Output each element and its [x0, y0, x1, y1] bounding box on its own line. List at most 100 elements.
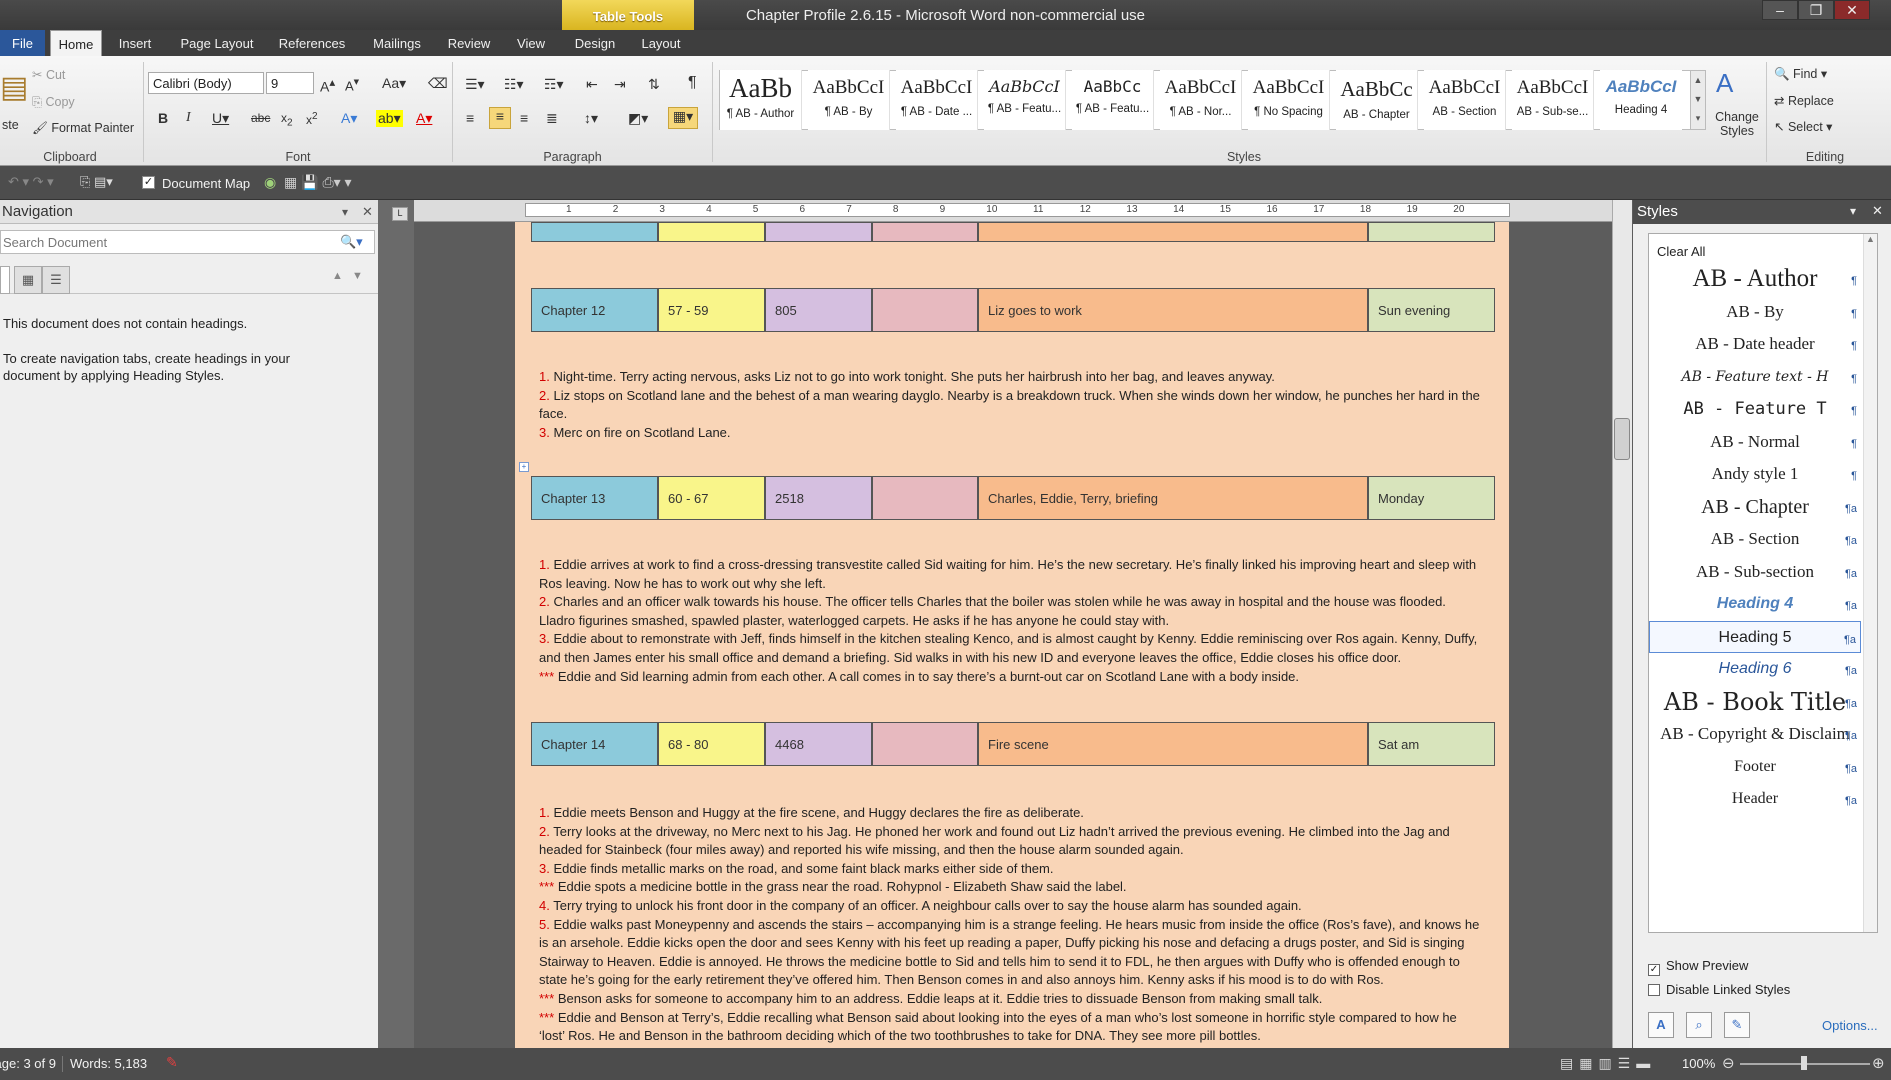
tab-file[interactable]: File — [0, 30, 45, 56]
cut-button[interactable]: ✂ Cut — [32, 67, 65, 82]
document-map-checkbox[interactable]: ✓ — [142, 176, 155, 189]
paste-icon[interactable]: ▤ — [0, 70, 28, 105]
search-document-input[interactable]: Search Document — [0, 230, 375, 254]
zoom-out-icon[interactable]: ⊖ — [1722, 1054, 1735, 1072]
tab-view[interactable]: View — [505, 30, 557, 56]
styles-list-item[interactable]: AB - Date header ¶ — [1649, 328, 1861, 360]
pages-cell[interactable]: 68 - 80 — [658, 722, 765, 766]
style-tile-feature-1[interactable]: AaBbCcI ¶ AB - Featu... — [984, 70, 1066, 130]
bullets-button[interactable]: ☰▾ — [465, 76, 485, 93]
format-painter-button[interactable]: 🖌 Format Painter — [32, 121, 134, 136]
styles-list-item[interactable]: AB - Book Title ¶a — [1649, 686, 1861, 718]
change-styles-button[interactable]: Change Styles — [1712, 110, 1762, 138]
new-style-icon[interactable]: A — [1648, 1012, 1674, 1038]
styles-list-item[interactable]: Andy style 1 ¶ — [1649, 458, 1861, 490]
vertical-scrollbar[interactable] — [1612, 200, 1632, 1048]
gallery-scroll-buttons[interactable]: ▲ ▼ ▾ — [1690, 70, 1706, 130]
multilevel-list-button[interactable]: ☶▾ — [544, 76, 564, 93]
manage-styles-icon[interactable]: ✎ — [1724, 1012, 1750, 1038]
nav-close-icon[interactable]: ✕ — [362, 204, 373, 220]
styles-list-item[interactable]: AB - Feature T ¶ — [1649, 393, 1861, 425]
line-spacing-button[interactable]: ↕▾ — [584, 110, 598, 127]
title-cell[interactable]: Fire scene — [978, 722, 1368, 766]
style-tile-by[interactable]: AaBbCcI ¶ AB - By — [808, 70, 890, 130]
prev-next-icons[interactable]: ▲ ▼ — [332, 270, 363, 282]
grow-font-button[interactable]: A▴ — [320, 75, 335, 95]
shrink-font-button[interactable]: A▾ — [345, 75, 359, 93]
style-tile-heading-4[interactable]: AaBbCcI Heading 4 — [1600, 70, 1682, 130]
zoom-in-icon[interactable]: ⊕ — [1872, 1054, 1885, 1072]
styles-list-item[interactable]: Header ¶a — [1649, 783, 1861, 815]
zoom-slider-thumb[interactable] — [1801, 1056, 1807, 1070]
tab-design[interactable]: Design — [568, 30, 622, 56]
horizontal-ruler[interactable]: 1 2 3 4 5 6 7 8 9 10 11 12 13 14 15 16 17 18 19 20 — [525, 203, 1510, 217]
styles-list-item[interactable]: AB - Feature text - H ¶ — [1649, 361, 1861, 393]
bold-button[interactable]: B — [158, 110, 168, 126]
decrease-indent-button[interactable]: ⇤ — [586, 76, 598, 93]
font-name-combo[interactable]: Calibri (Body) — [148, 72, 264, 94]
extra-cell[interactable] — [872, 722, 978, 766]
styles-list-item[interactable]: Heading 5 ¶a — [1649, 620, 1861, 653]
pages-cell[interactable]: 57 - 59 — [658, 288, 765, 332]
tab-mailings[interactable]: Mailings — [362, 30, 432, 56]
paste-label[interactable]: ste — [2, 118, 19, 132]
tab-home[interactable]: Home — [50, 30, 102, 56]
search-icon[interactable]: 🔍▾ — [340, 234, 363, 250]
styles-list-item[interactable]: AB - Section ¶a — [1649, 523, 1861, 555]
chapter-cell[interactable]: Chapter 14 — [531, 722, 658, 766]
shading-button[interactable]: ◩▾ — [628, 110, 648, 127]
chapter-14-notes[interactable]: 1. Eddie meets Benson and Huggy at the f… — [539, 804, 1485, 1048]
style-tile-no-spacing[interactable]: AaBbCcI ¶ No Spacing — [1248, 70, 1330, 130]
styles-list-item[interactable]: Footer ¶a — [1649, 751, 1861, 783]
qat-tool-icons[interactable]: ◉ ▦ 💾 ⎙▾ ▾ — [264, 174, 352, 191]
chapter-cell[interactable]: Chapter 13 — [531, 476, 658, 520]
title-cell[interactable]: Charles, Eddie, Terry, briefing — [978, 476, 1368, 520]
center-button[interactable]: ≡ — [489, 107, 511, 129]
qat-icons[interactable]: ⎘ ▤▾ — [80, 174, 113, 190]
tab-selector[interactable]: L — [392, 207, 408, 221]
styles-list-item[interactable]: AB - Author ¶ — [1649, 263, 1861, 295]
italic-button[interactable]: I — [186, 110, 191, 126]
select-button[interactable]: ↖ Select ▾ — [1774, 119, 1832, 134]
change-case-button[interactable]: Aa▾ — [382, 75, 406, 92]
styles-list-scrollbar[interactable]: ▲ — [1863, 234, 1877, 932]
text-effects-button[interactable]: A▾ — [341, 110, 357, 127]
style-tile-normal[interactable]: AaBbCcI ¶ AB - Nor... — [1160, 70, 1242, 130]
zoom-level[interactable]: 100% — [1682, 1056, 1715, 1071]
minimize-button[interactable]: – — [1762, 0, 1798, 20]
underline-button[interactable]: U▾ — [212, 110, 229, 127]
chapter-12-notes[interactable]: 1. Night-time. Terry acting nervous, ask… — [539, 368, 1485, 442]
when-cell[interactable]: Sun evening — [1368, 288, 1495, 332]
replace-button[interactable]: ⇄ Replace — [1774, 93, 1834, 108]
find-button[interactable]: 🔍 Find ▾ — [1774, 66, 1827, 82]
style-tile-author[interactable]: AaBb ¶ AB - Author — [720, 70, 802, 130]
styles-list-item[interactable]: AB - Chapter ¶a — [1649, 491, 1861, 523]
subscript-button[interactable]: x2 — [281, 111, 293, 128]
proofing-icon[interactable]: ✎ — [166, 1054, 178, 1071]
highlight-button[interactable]: ab▾ — [376, 110, 403, 127]
pages-cell[interactable]: 60 - 67 — [658, 476, 765, 520]
increase-indent-button[interactable]: ⇥ — [614, 76, 626, 93]
styles-list-item[interactable]: Heading 6 ¶a — [1649, 653, 1861, 685]
words-cell[interactable]: 805 — [765, 288, 872, 332]
styles-pane-options-icon[interactable]: ▾ — [1850, 204, 1856, 218]
options-link[interactable]: Options... — [1822, 1018, 1878, 1033]
styles-list-item[interactable]: AB - Sub-section ¶a — [1649, 556, 1861, 588]
words-cell[interactable]: 2518 — [765, 476, 872, 520]
nav-options-icon[interactable]: ▾ — [342, 205, 348, 219]
tab-layout[interactable]: Layout — [636, 30, 686, 56]
styles-list-item[interactable]: AB - Normal ¶ — [1649, 426, 1861, 458]
style-tile-feature-2[interactable]: AaBbCc ¶ AB - Featu... — [1072, 70, 1154, 130]
tab-pages-icon[interactable]: ▦ — [14, 266, 42, 294]
tab-references[interactable]: References — [272, 30, 352, 56]
styles-list-item[interactable]: Heading 4 ¶a — [1649, 588, 1861, 620]
disable-linked-checkbox[interactable]: Disable Linked Styles — [1648, 982, 1790, 997]
maximize-button[interactable]: ❐ — [1798, 0, 1834, 20]
close-button[interactable]: ✕ — [1834, 0, 1870, 20]
style-tile-date[interactable]: AaBbCcI ¶ AB - Date ... — [896, 70, 978, 130]
words-cell[interactable]: 4468 — [765, 722, 872, 766]
title-cell[interactable]: Liz goes to work — [978, 288, 1368, 332]
clear-formatting-icon[interactable]: ⌫ — [428, 75, 448, 92]
when-cell[interactable]: Monday — [1368, 476, 1495, 520]
strikethrough-button[interactable]: abc — [251, 111, 270, 125]
